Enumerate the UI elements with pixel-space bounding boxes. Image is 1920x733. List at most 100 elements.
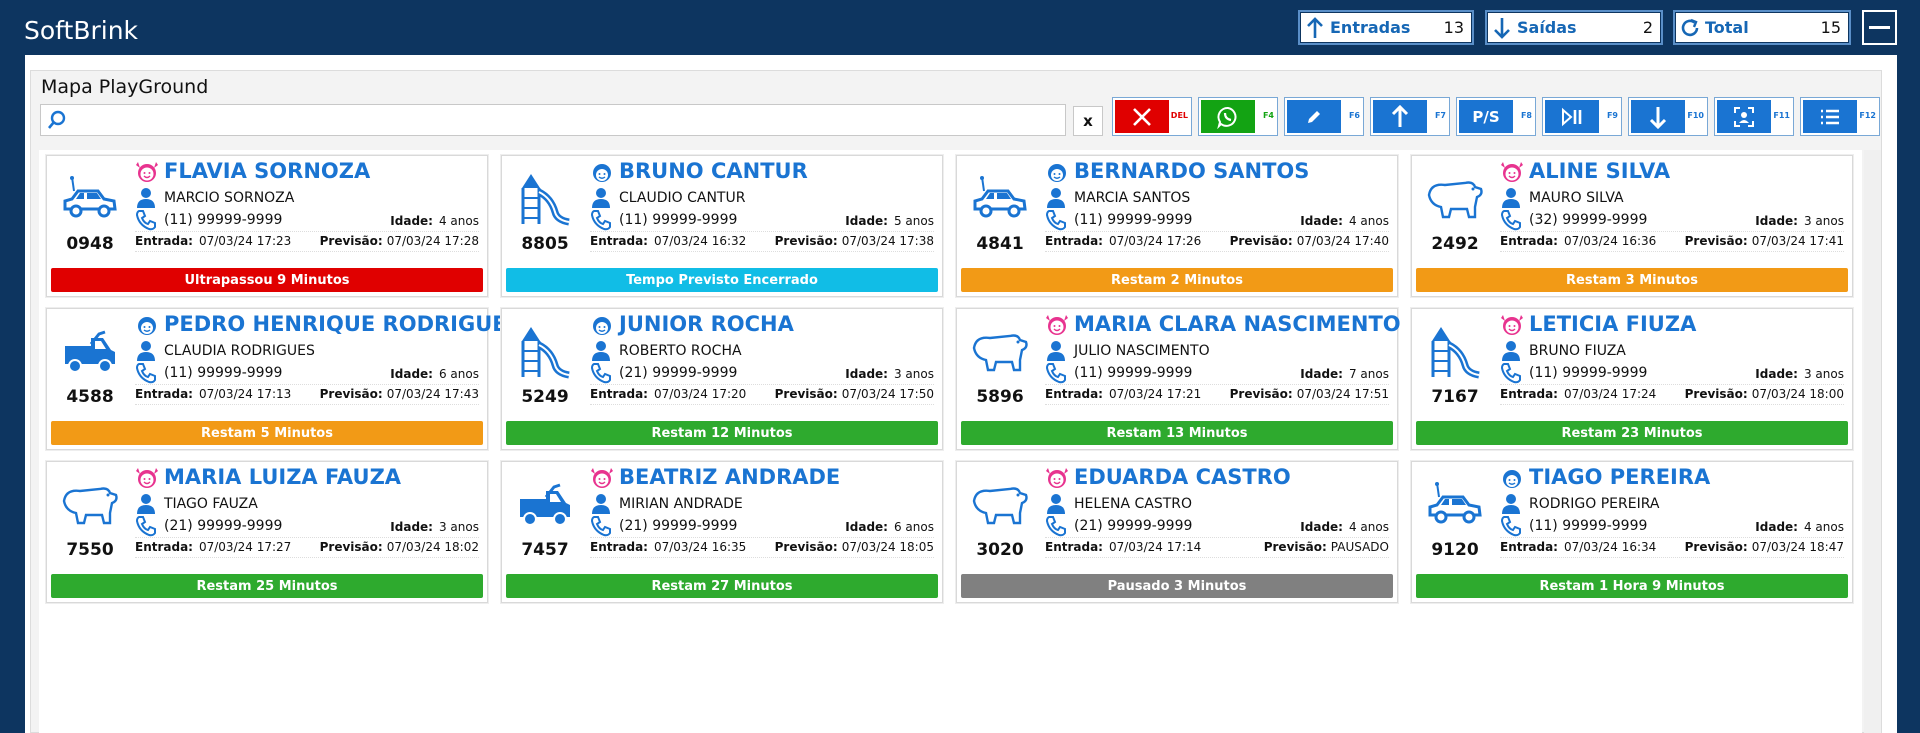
- age-field: Idade: 7 anos: [1300, 367, 1389, 381]
- entry-field: Entrada: 07/03/24 17:24: [1500, 387, 1656, 401]
- phone-number: (11) 99999-9999: [619, 212, 738, 228]
- delete-button[interactable]: DEL: [1112, 97, 1192, 136]
- status-badge: Ultrapassou 9 Minutos: [51, 268, 483, 292]
- list-icon: [1803, 100, 1857, 133]
- play-pause-button[interactable]: F9: [1542, 97, 1622, 136]
- forecast-field: Previsão: 07/03/24 17:40: [1230, 234, 1389, 248]
- entry-label: Entrada:: [1500, 540, 1558, 554]
- child-card[interactable]: 9120 TIAGO PEREIRA RODRIGO PEREIRA (11) …: [1411, 461, 1853, 603]
- child-card[interactable]: 7550 MARIA LUIZA FAUZA TIAGO FAUZA (21) …: [46, 461, 488, 603]
- entry-time: 07/03/24 17:21: [1108, 387, 1202, 401]
- parent-name: CLAUDIA RODRIGUES: [164, 343, 315, 359]
- girl-face-icon: [135, 466, 159, 490]
- parent-name: RODRIGO PEREIRA: [1529, 496, 1660, 512]
- parent-name: ROBERTO ROCHA: [619, 343, 742, 359]
- child-name: BEATRIZ ANDRADE: [619, 465, 841, 489]
- total-counter[interactable]: Total 15: [1673, 10, 1851, 45]
- forecast-field: Previsão: 07/03/24 17:50: [775, 387, 934, 401]
- phone-number: (11) 99999-9999: [1529, 518, 1648, 534]
- child-card[interactable]: 7457 BEATRIZ ANDRADE MIRIAN ANDRADE (21)…: [501, 461, 943, 603]
- exits-label: Saídas: [1517, 18, 1577, 37]
- age-value: 7 anos: [1348, 367, 1389, 381]
- phone-icon: [590, 209, 612, 231]
- entry-label: Entrada:: [135, 387, 193, 401]
- child-card[interactable]: 5896 MARIA CLARA NASCIMENTO JULIO NASCIM…: [956, 308, 1401, 450]
- divider: [135, 557, 479, 558]
- entry-label: Entrada:: [590, 540, 648, 554]
- whatsapp-icon: [1201, 100, 1255, 133]
- entry-time: 07/03/24 17:24: [1563, 387, 1657, 401]
- divider: [135, 231, 479, 232]
- search-icon[interactable]: [41, 105, 73, 135]
- status-badge: Restam 1 Hora 9 Minutos: [1416, 574, 1848, 598]
- child-card[interactable]: 8805 BRUNO CANTUR CLAUDIO CANTUR (11) 99…: [501, 155, 943, 297]
- arrow-down-icon: [1631, 100, 1685, 133]
- divider: [1045, 231, 1389, 232]
- whatsapp-shortcut: F4: [1262, 111, 1274, 120]
- child-card[interactable]: 4841 BERNARDO SANTOS MARCIA SANTOS (11) …: [956, 155, 1398, 297]
- entry-field: Entrada: 07/03/24 16:36: [1500, 234, 1656, 248]
- child-name: EDUARDA CASTRO: [1074, 465, 1291, 489]
- clear-search-button[interactable]: x: [1073, 106, 1103, 136]
- age-value: 6 anos: [438, 367, 479, 381]
- bear-icon: [1422, 166, 1488, 232]
- entry-time: 07/03/24 17:20: [653, 387, 747, 401]
- child-card[interactable]: 7167 LETICIA FIUZA BRUNO FIUZA (11) 9999…: [1411, 308, 1853, 450]
- vertical-scrollbar[interactable]: [1864, 150, 1881, 733]
- entry-time: 07/03/24 17:27: [198, 540, 292, 554]
- forecast-label: Previsão:: [319, 234, 383, 248]
- entry-field: Entrada: 07/03/24 16:32: [590, 234, 746, 248]
- age-value: 3 anos: [1803, 367, 1844, 381]
- minimize-button[interactable]: [1862, 10, 1897, 45]
- entries-counter[interactable]: Entradas 13: [1298, 10, 1474, 45]
- edit-button[interactable]: F6: [1284, 97, 1364, 136]
- child-code: 4588: [66, 387, 114, 407]
- child-card[interactable]: 5249 JUNIOR ROCHA ROBERTO ROCHA (21) 999…: [501, 308, 943, 450]
- forecast-time: 07/03/24 17:41: [1751, 234, 1844, 248]
- person-icon: [590, 493, 612, 515]
- phone-icon: [590, 362, 612, 384]
- person-icon: [590, 340, 612, 362]
- entry-time: 07/03/24 16:36: [1563, 234, 1657, 248]
- child-code: 8805: [521, 234, 569, 254]
- face-scan-button[interactable]: F11: [1714, 97, 1794, 136]
- entry-label: Entrada:: [135, 540, 193, 554]
- child-name: MARIA CLARA NASCIMENTO: [1074, 312, 1401, 336]
- phone-icon: [1045, 209, 1067, 231]
- search-input[interactable]: [75, 107, 1061, 133]
- child-name: BRUNO CANTUR: [619, 159, 808, 183]
- entry-field: Entrada: 07/03/24 16:34: [1500, 540, 1656, 554]
- whatsapp-button[interactable]: F4: [1198, 97, 1278, 136]
- slide-icon: [512, 166, 578, 232]
- child-card[interactable]: 0948 FLAVIA SORNOZA MARCIO SORNOZA (11) …: [46, 155, 488, 297]
- divider: [1500, 251, 1844, 252]
- child-code: 7550: [66, 540, 114, 560]
- phone-number: (11) 99999-9999: [164, 365, 283, 381]
- entry-button[interactable]: F7: [1370, 97, 1450, 136]
- child-card[interactable]: 2492 ALINE SILVA MAURO SILVA (32) 99999-…: [1411, 155, 1853, 297]
- phone-icon: [1045, 362, 1067, 384]
- entry-label: Entrada:: [590, 234, 648, 248]
- parent-name: JULIO NASCIMENTO: [1074, 343, 1210, 359]
- age-field: Idade: 5 anos: [845, 214, 934, 228]
- exits-counter[interactable]: Saídas 2: [1485, 10, 1663, 45]
- entry-label: Entrada:: [135, 234, 193, 248]
- divider: [1500, 557, 1844, 558]
- ps-button[interactable]: P/S F8: [1456, 97, 1536, 136]
- exit-button[interactable]: F10: [1628, 97, 1708, 136]
- delete-shortcut: DEL: [1170, 111, 1188, 120]
- list-button[interactable]: F12: [1800, 97, 1880, 136]
- child-name: TIAGO PEREIRA: [1529, 465, 1711, 489]
- divider: [590, 231, 934, 232]
- parent-name: MARCIO SORNOZA: [164, 190, 295, 206]
- person-icon: [135, 493, 157, 515]
- age-field: Idade: 4 anos: [1755, 520, 1844, 534]
- forecast-time: 07/03/24 17:51: [1296, 387, 1389, 401]
- phone-number: (11) 99999-9999: [1074, 212, 1193, 228]
- child-card[interactable]: 4588 PEDRO HENRIQUE RODRIGUES CLAUDIA RO…: [46, 308, 522, 450]
- status-badge: Restam 13 Minutos: [961, 421, 1393, 445]
- person-icon: [135, 187, 157, 209]
- exit-shortcut: F10: [1687, 111, 1704, 120]
- child-card[interactable]: 3020 EDUARDA CASTRO HELENA CASTRO (21) 9…: [956, 461, 1398, 603]
- entry-field: Entrada: 07/03/24 17:13: [135, 387, 291, 401]
